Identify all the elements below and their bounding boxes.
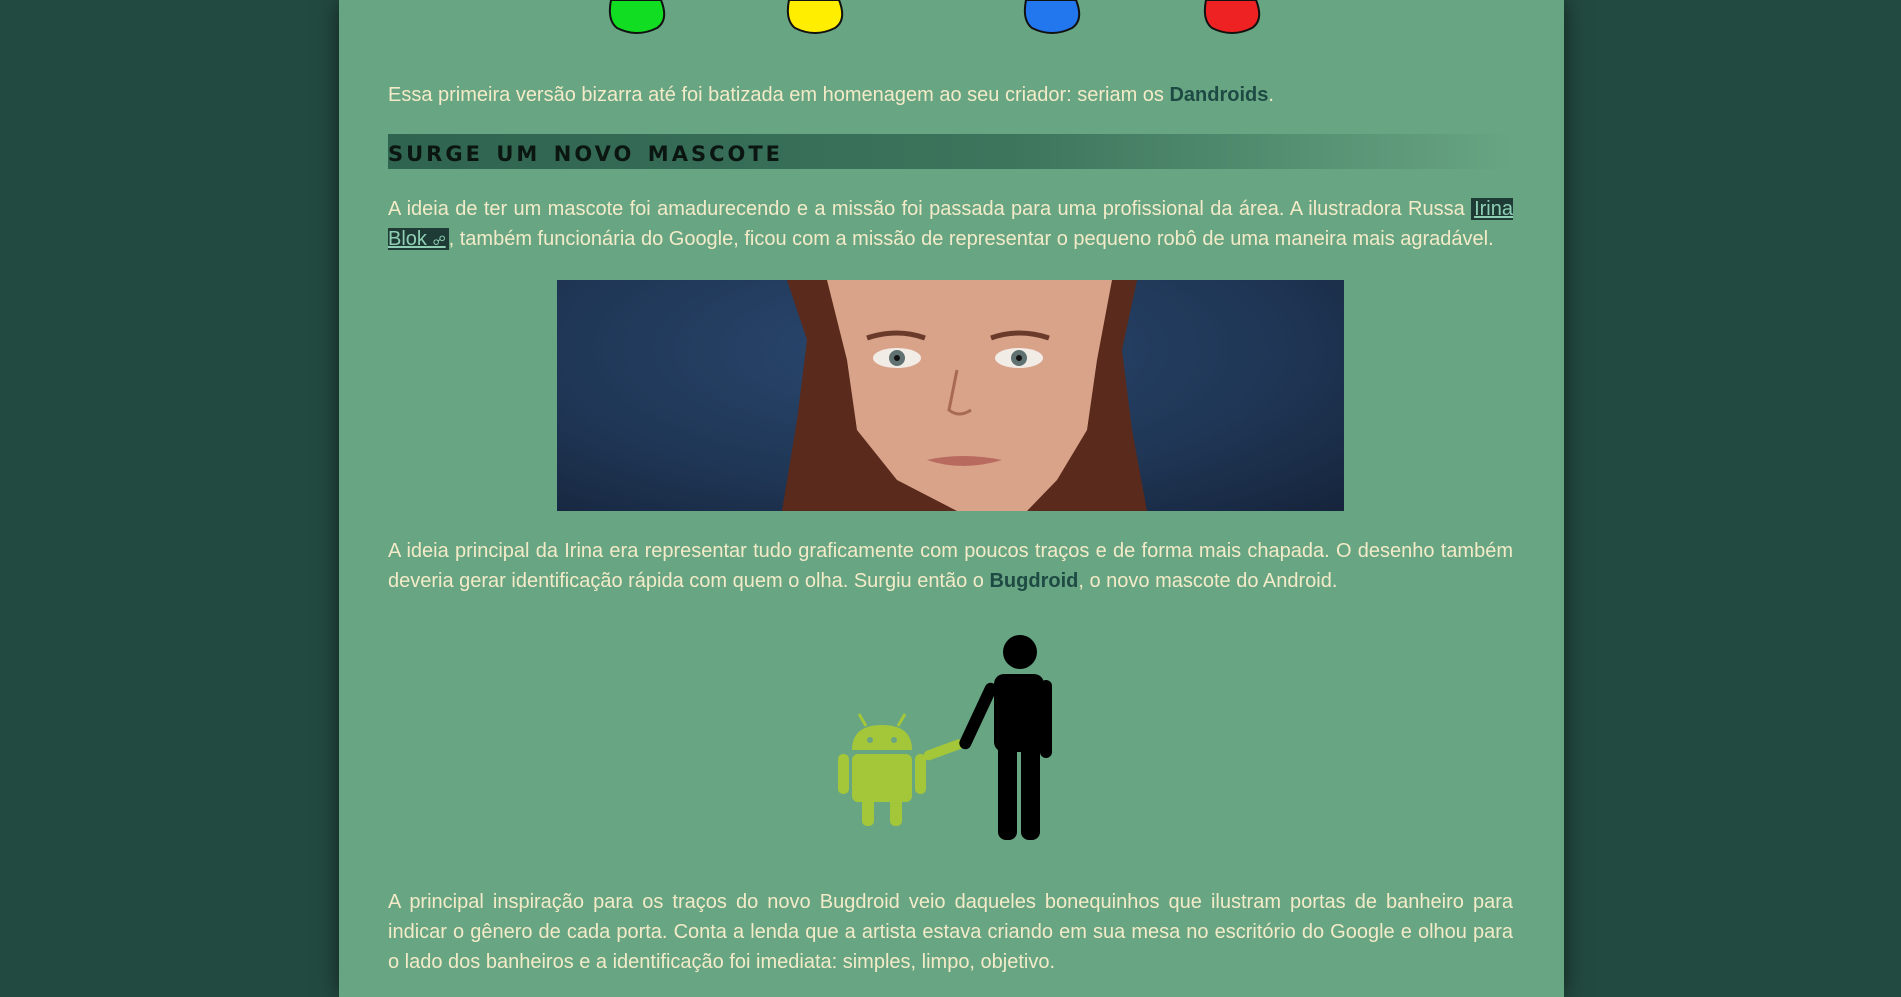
red-shape-icon (1203, 0, 1261, 34)
green-shape-icon (608, 0, 666, 34)
paragraph-text: . (1268, 84, 1274, 106)
person-figure-icon (959, 635, 1052, 840)
article-page: Essa primeira versão bizarra até foi bat… (339, 0, 1564, 997)
paragraph-text: A ideia principal da Irina era represent… (388, 540, 1513, 592)
blue-shape-icon (1023, 0, 1081, 34)
irina-blok-photo (557, 280, 1344, 511)
section-heading: Surge um novo mascote (388, 134, 784, 169)
section-heading-bar: Surge um novo mascote (388, 134, 1513, 169)
dandroids-link[interactable]: Dandroids (1169, 84, 1268, 106)
paragraph-text: , também funcionária do Google, ficou co… (448, 228, 1494, 250)
android-robot-icon (838, 713, 964, 826)
paragraph-bugdroid: A ideia principal da Irina era represent… (388, 536, 1513, 596)
paragraph-text: , o novo mascote do Android. (1078, 570, 1338, 592)
paragraph-dandroids: Essa primeira versão bizarra até foi bat… (388, 80, 1513, 110)
paragraph-text: Essa primeira versão bizarra até foi bat… (388, 84, 1170, 106)
portrait-image (782, 280, 1147, 511)
bugdroid-link[interactable]: Bugdroid (989, 570, 1078, 592)
paragraph-irina: A ideia de ter um mascote foi amadurecen… (388, 194, 1513, 256)
bugdroid-and-person-illustration (824, 630, 1104, 855)
yellow-shape-icon (786, 0, 844, 34)
paragraph-inspiration: A principal inspiração para os traços do… (388, 891, 1513, 973)
colored-shapes-row (339, 0, 1564, 40)
paragraph-text: A ideia de ter um mascote foi amadurecen… (388, 198, 1472, 220)
external-link-icon: ☍ (432, 233, 446, 248)
